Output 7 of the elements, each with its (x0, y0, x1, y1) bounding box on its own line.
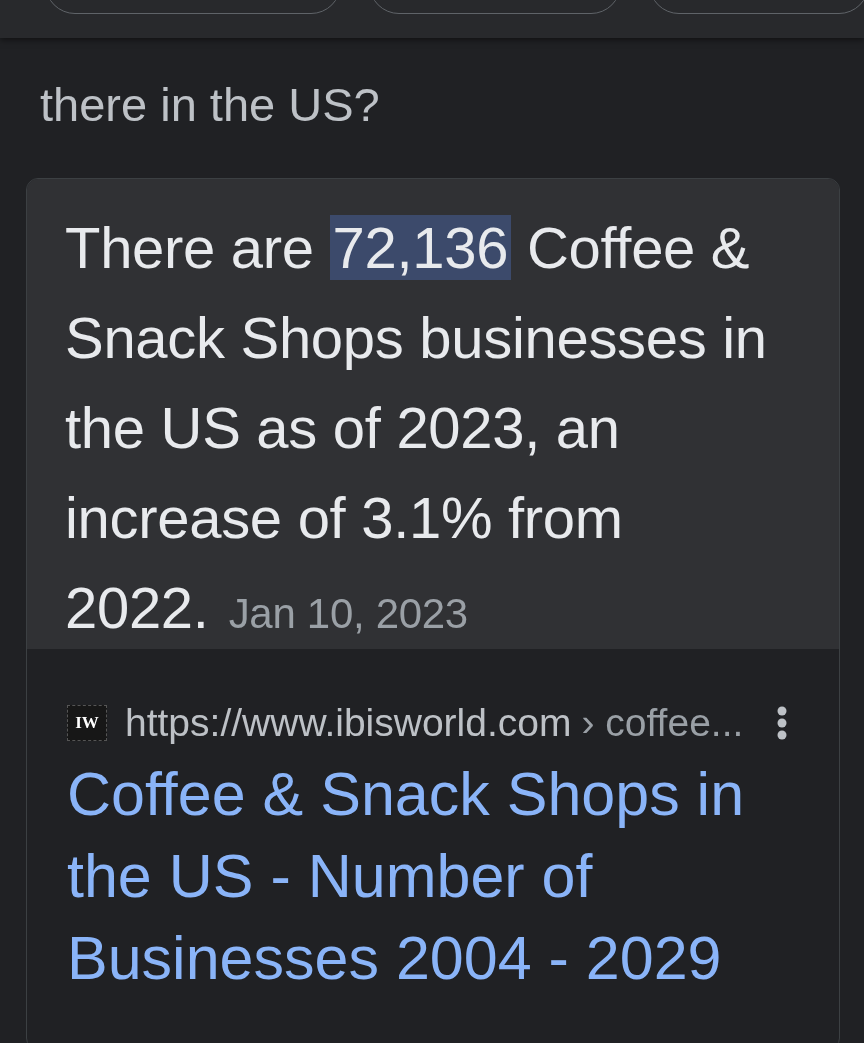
question-heading: there in the US? (40, 77, 381, 133)
result-link[interactable]: Coffee & Snack Shops in the US - Number of Businesses 2004 - 2029 (67, 753, 819, 999)
answer-date: Jan 10, 2023 (228, 590, 468, 637)
source-path: › coffee... (581, 701, 744, 745)
site-favicon: IW (67, 705, 107, 741)
source-url[interactable]: https://www.ibisworld.com (125, 701, 572, 745)
answer-text: There are 72,136 Coffee & Snack Shops businesses in the US as of 2023, an increase of 3.1% from 2022. Jan 10, 2023 (65, 214, 768, 642)
